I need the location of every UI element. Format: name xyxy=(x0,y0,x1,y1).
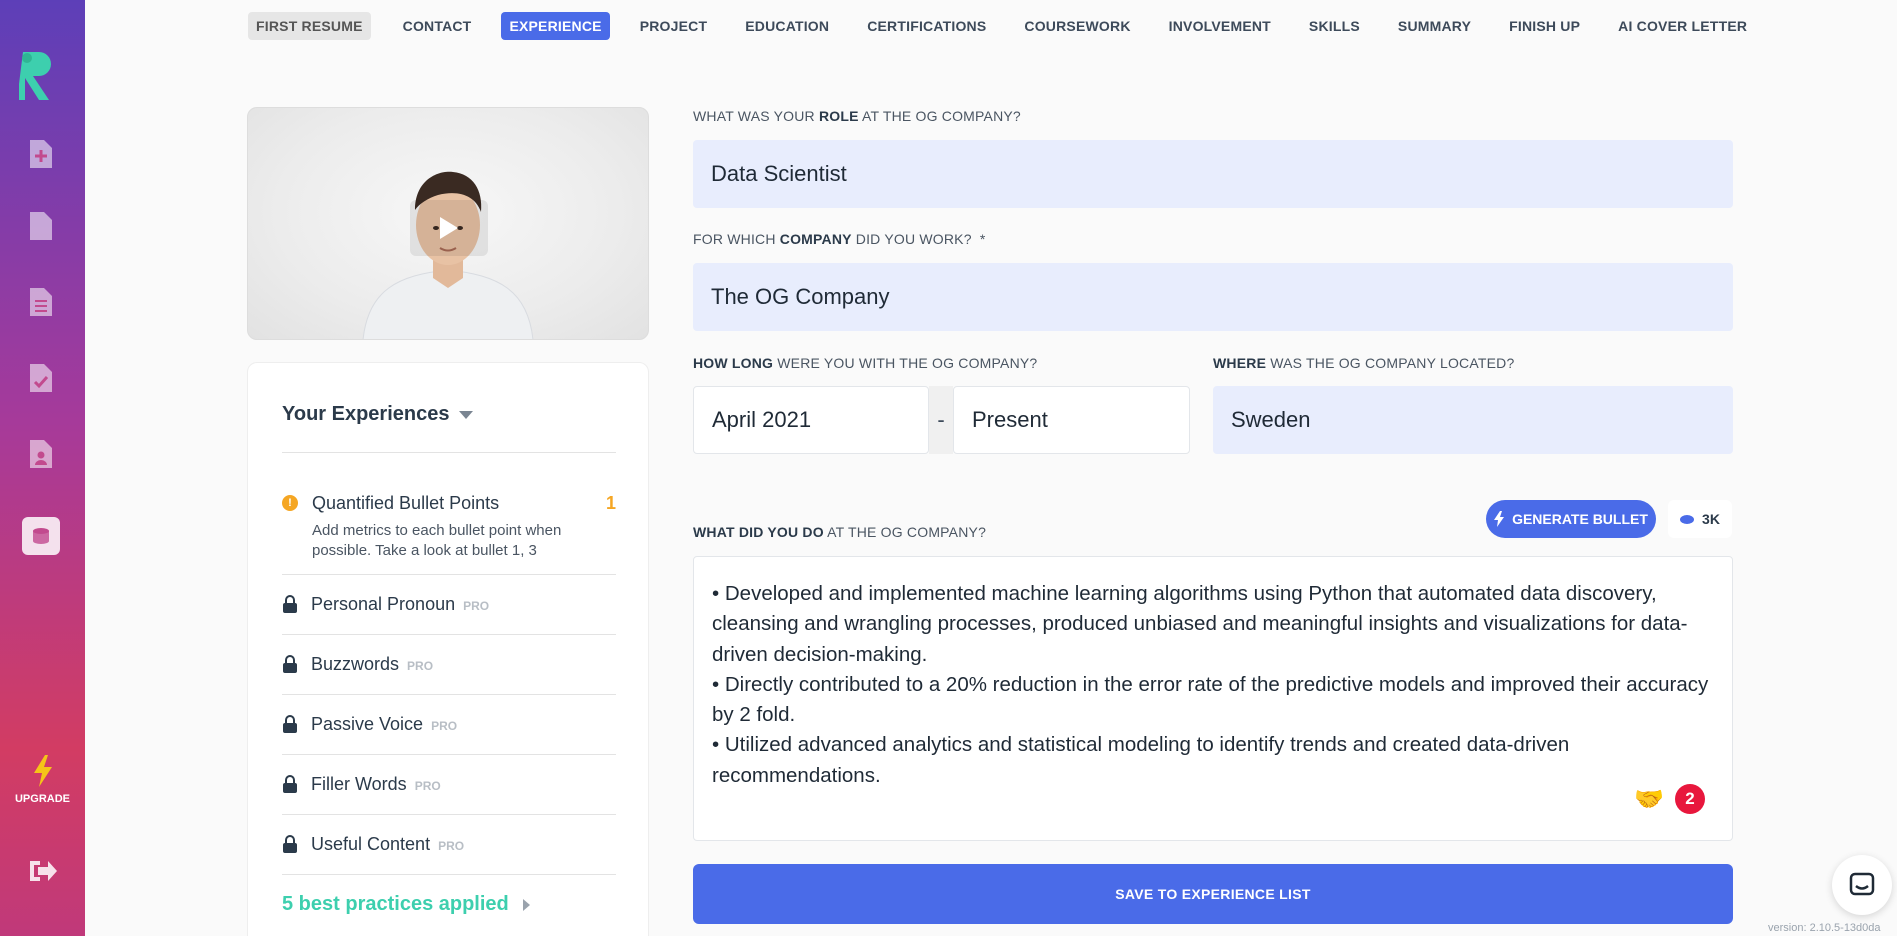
logout-icon[interactable] xyxy=(26,857,58,885)
tab-ai-cover-letter[interactable]: AI COVER LETTER xyxy=(1610,12,1755,40)
pro-item-passive-voice[interactable]: Passive Voice PRO xyxy=(282,712,616,736)
pro-badge: PRO xyxy=(414,778,441,793)
caret-down-icon xyxy=(459,410,474,419)
start-date-input[interactable]: April 2021 xyxy=(693,386,929,454)
play-icon xyxy=(440,217,458,239)
company-input[interactable]: The OG Company xyxy=(693,263,1733,331)
end-date-input[interactable]: Present xyxy=(953,386,1190,454)
divider xyxy=(282,634,616,635)
new-resume-icon[interactable] xyxy=(28,138,54,170)
tutorial-video[interactable] xyxy=(247,107,649,340)
date-separator: - xyxy=(929,386,953,454)
divider xyxy=(282,814,616,815)
tab-first-resume[interactable]: FIRST RESUME xyxy=(248,12,371,40)
app-logo[interactable] xyxy=(19,48,59,104)
pro-item-label: Useful Content xyxy=(311,833,431,854)
best-practices-label: 5 best practices applied xyxy=(282,893,509,915)
pro-item-buzzwords[interactable]: Buzzwords PRO xyxy=(282,652,616,676)
pro-badge: PRO xyxy=(407,658,434,673)
tab-skills[interactable]: SKILLS xyxy=(1301,12,1368,40)
tab-involvement[interactable]: INVOLVEMENT xyxy=(1161,12,1279,40)
bullet-line: • Utilized advanced analytics and statis… xyxy=(712,733,1570,787)
tab-experience[interactable]: EXPERIENCE xyxy=(501,12,610,40)
profile-document-icon[interactable] xyxy=(28,438,54,470)
bullet-line: • Developed and implemented machine lear… xyxy=(712,582,1688,666)
pro-badge: PRO xyxy=(463,598,490,613)
chat-icon xyxy=(1849,872,1875,896)
divider xyxy=(282,694,616,695)
upgrade-button[interactable]: UPGRADE xyxy=(0,755,85,805)
lightning-icon xyxy=(33,755,52,787)
tab-education[interactable]: EDUCATION xyxy=(737,12,837,40)
pro-badge: PRO xyxy=(438,838,465,853)
company-label: FOR WHICH COMPANY DID YOU WORK? * xyxy=(693,231,986,247)
bullet-line: • Directly contributed to a 20% reductio… xyxy=(712,672,1709,727)
best-practices-toggle[interactable]: 5 best practices applied xyxy=(282,893,530,916)
pro-item-label: Personal Pronoun xyxy=(311,593,456,614)
upgrade-label: UPGRADE xyxy=(14,793,70,805)
version-text: version: 2.10.5-13d0da xyxy=(1768,922,1881,934)
credits-counter[interactable]: 3K xyxy=(1668,500,1732,538)
pro-item-label: Filler Words xyxy=(311,773,407,794)
lock-icon xyxy=(283,655,297,673)
document-icon[interactable] xyxy=(28,210,54,242)
pro-item-label: Passive Voice xyxy=(311,713,424,734)
tab-contact[interactable]: CONTACT xyxy=(395,12,480,40)
lock-icon xyxy=(283,775,297,793)
credits-value: 3K xyxy=(1702,511,1720,527)
experiences-panel: Your Experiences ! Quantified Bullet Poi… xyxy=(247,362,649,936)
sidebar-rail: UPGRADE xyxy=(0,0,85,936)
experience-bullets-textarea[interactable]: • Developed and implemented machine lear… xyxy=(693,556,1733,841)
warning-icon: ! xyxy=(282,495,298,511)
tab-finish-up[interactable]: FINISH UP xyxy=(1501,12,1588,40)
pro-item-useful-content[interactable]: Useful Content PRO xyxy=(282,832,616,856)
quantified-description: Add metrics to each bullet point when po… xyxy=(312,522,562,559)
pro-item-filler-words[interactable]: Filler Words PRO xyxy=(282,772,616,796)
quantified-count: 1 xyxy=(605,493,616,513)
chevron-right-icon xyxy=(522,898,530,911)
resume-list-icon[interactable] xyxy=(28,286,54,318)
issue-count-badge[interactable]: 2 xyxy=(1675,784,1705,814)
generate-bullet-button[interactable]: GENERATE BULLET xyxy=(1486,500,1656,538)
tab-coursework[interactable]: COURSEWORK xyxy=(1016,12,1138,40)
quantified-title: Quantified Bullet Points xyxy=(312,493,500,513)
coin-icon xyxy=(1680,514,1695,524)
location-input[interactable]: Sweden xyxy=(1213,386,1733,454)
role-label: WHAT WAS YOUR ROLE AT THE OG COMPANY? xyxy=(693,108,1021,124)
database-icon[interactable] xyxy=(22,517,60,555)
handshake-icon[interactable]: 🤝 xyxy=(1634,785,1664,814)
play-button[interactable] xyxy=(410,200,488,256)
tab-summary[interactable]: SUMMARY xyxy=(1390,12,1479,40)
lock-icon xyxy=(283,595,297,613)
tab-project[interactable]: PROJECT xyxy=(632,12,716,40)
experiences-title: Your Experiences xyxy=(282,403,450,425)
role-input[interactable]: Data Scientist xyxy=(693,140,1733,208)
chat-launcher[interactable] xyxy=(1832,855,1892,915)
pro-item-label: Buzzwords xyxy=(311,653,400,674)
checked-document-icon[interactable] xyxy=(28,362,54,394)
divider xyxy=(282,574,616,575)
where-label: WHERE WAS THE OG COMPANY LOCATED? xyxy=(1213,355,1515,371)
divider xyxy=(282,452,616,453)
lock-icon xyxy=(283,835,297,853)
generate-bullet-label: GENERATE BULLET xyxy=(1512,511,1648,527)
section-tabs: FIRST RESUME CONTACT EXPERIENCE PROJECT … xyxy=(248,12,1777,40)
how-long-label: HOW LONG WERE YOU WITH THE OG COMPANY? xyxy=(693,355,1038,371)
pro-item-personal-pronoun[interactable]: Personal Pronoun PRO xyxy=(282,592,616,616)
save-to-experience-list-button[interactable]: SAVE TO EXPERIENCE LIST xyxy=(693,864,1733,924)
tab-certifications[interactable]: CERTIFICATIONS xyxy=(859,12,994,40)
divider xyxy=(282,754,616,755)
pro-badge: PRO xyxy=(431,718,458,733)
divider xyxy=(282,874,616,875)
lightning-icon xyxy=(1494,511,1505,527)
experiences-dropdown[interactable]: Your Experiences xyxy=(282,403,474,426)
lock-icon xyxy=(283,715,297,733)
what-did-you-do-label: WHAT DID YOU DO AT THE OG COMPANY? xyxy=(693,524,987,540)
